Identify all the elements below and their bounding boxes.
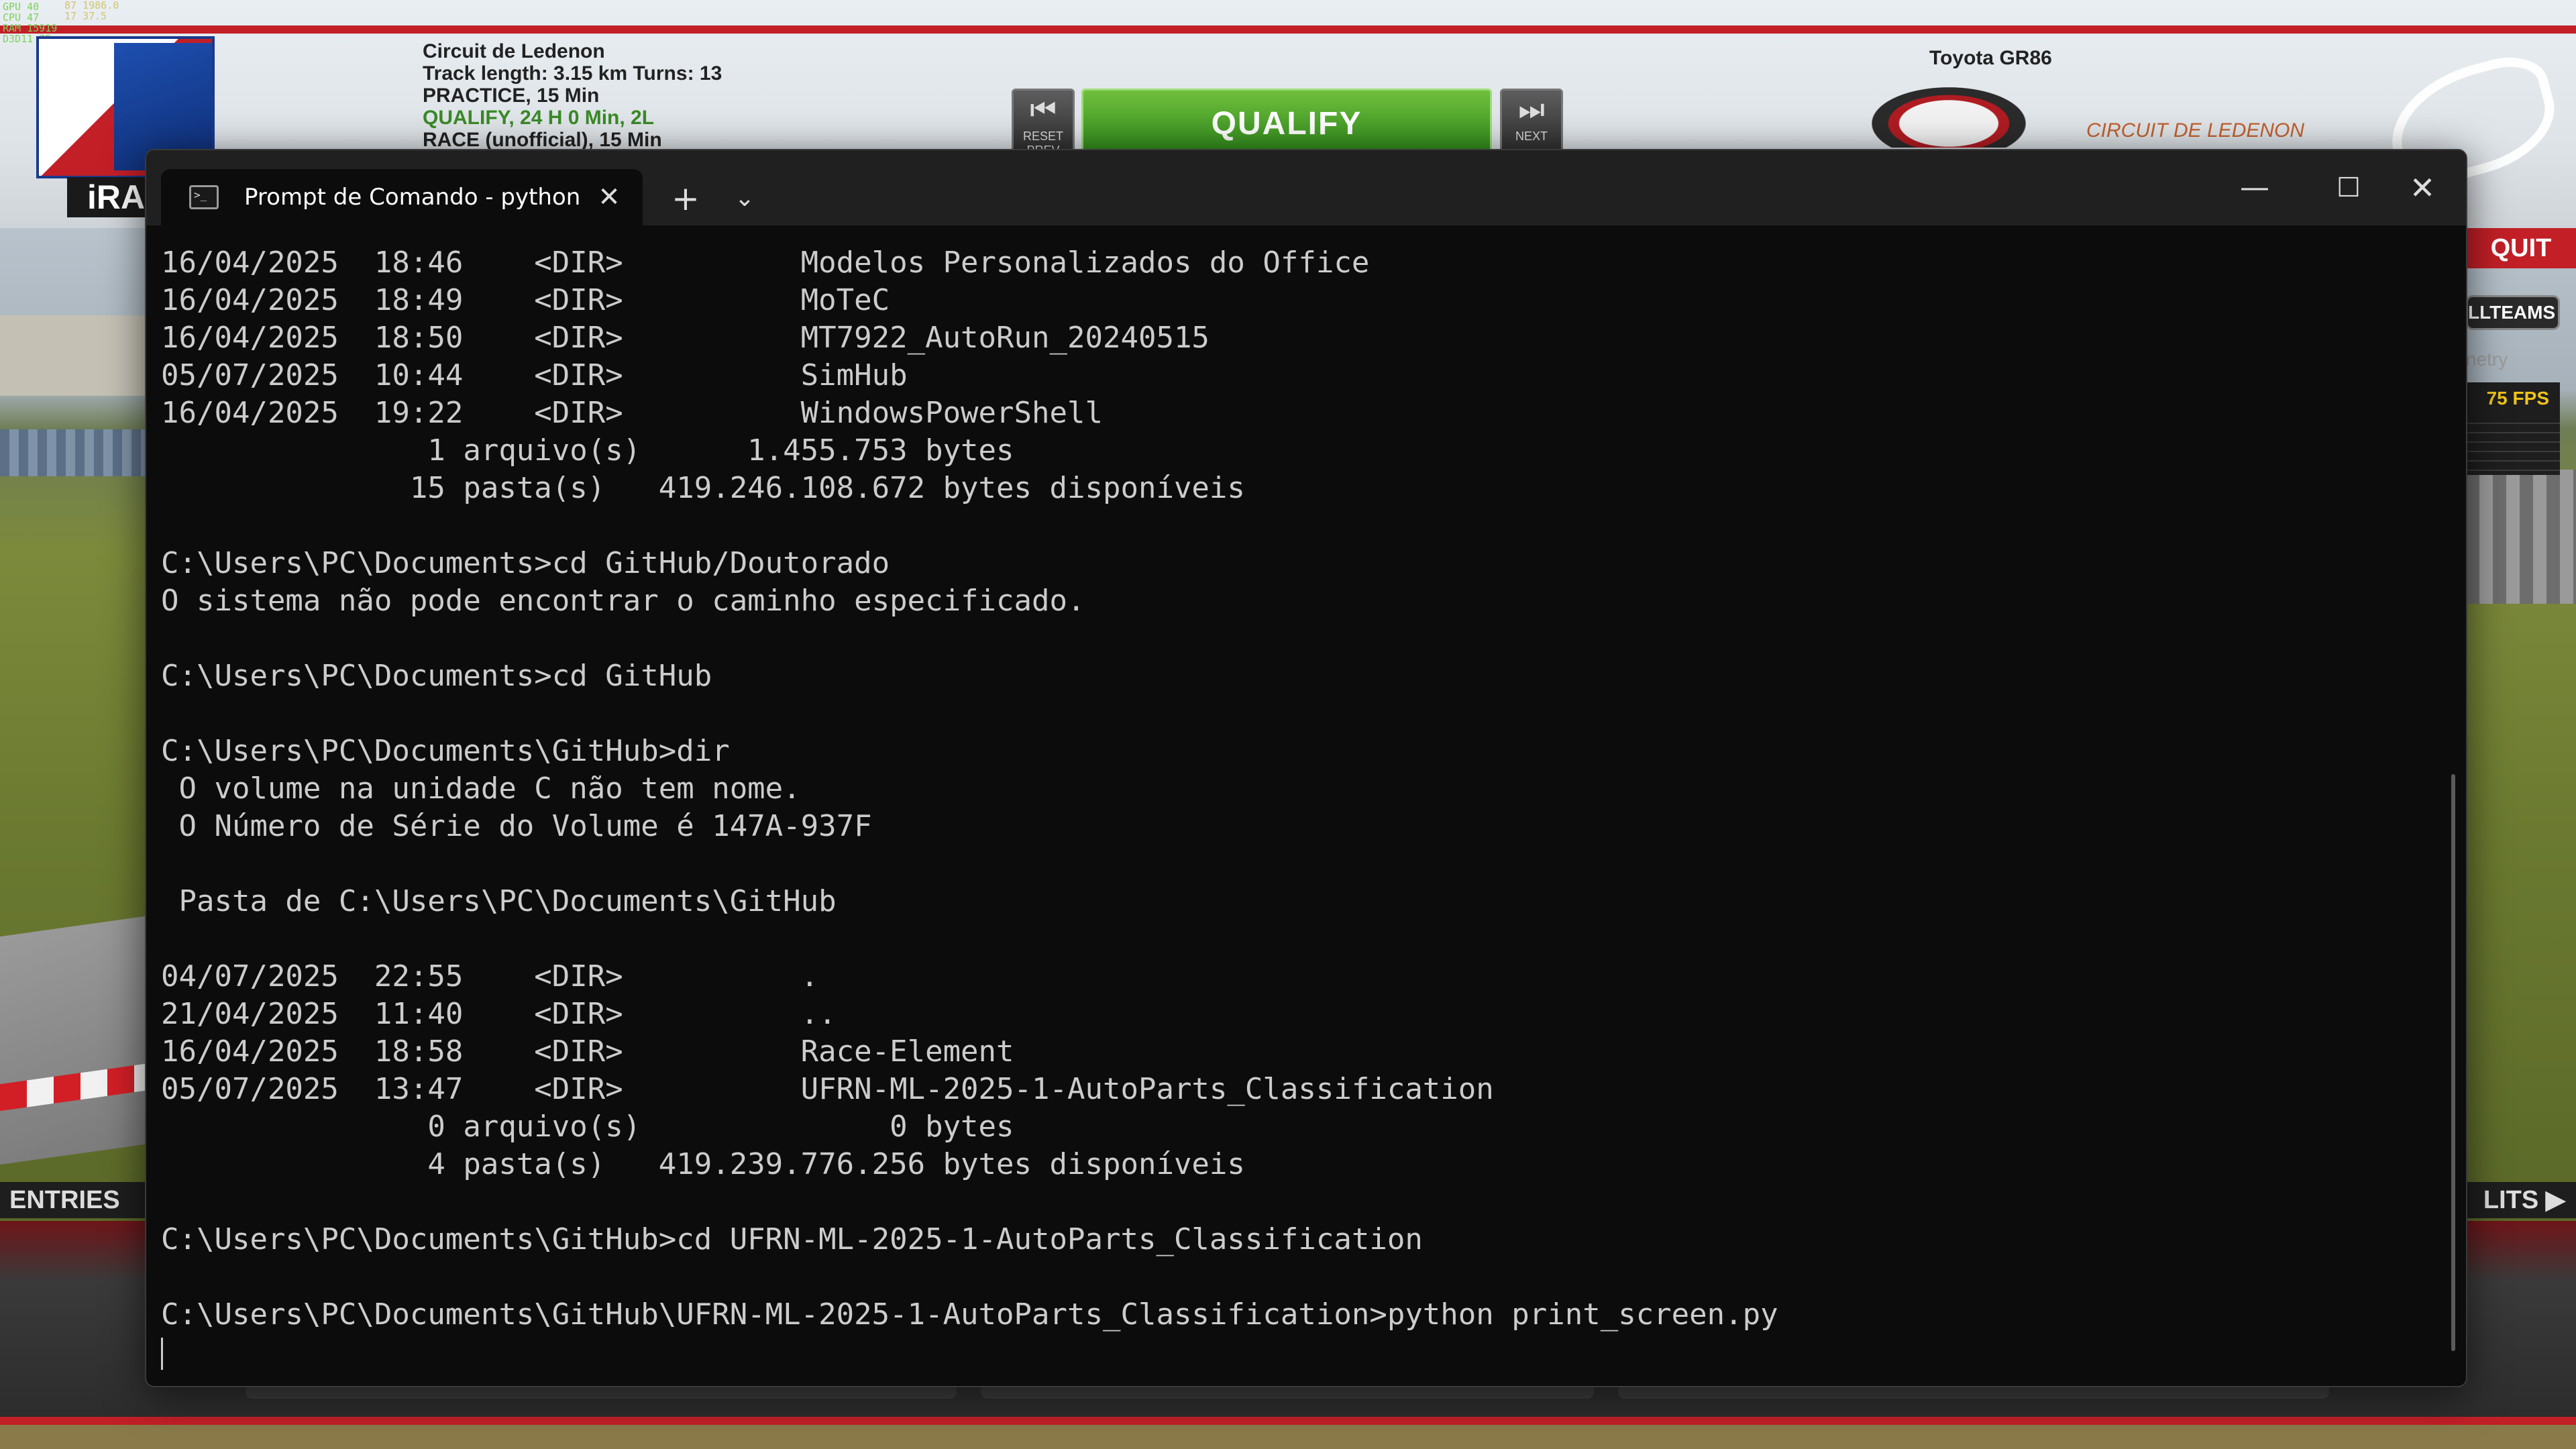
qualify-button[interactable]: QUALIFY: [1081, 89, 1492, 156]
track-details: Track length: 3.15 km Turns: 13: [423, 62, 722, 85]
next-button[interactable]: ⏭ NEXT: [1500, 89, 1563, 156]
console-line: 05/07/2025 10:44 <DIR> SimHub: [161, 358, 908, 392]
scenery-buildings: [0, 315, 154, 396]
scrollbar[interactable]: [2451, 774, 2455, 1351]
track-surface: [0, 914, 154, 1165]
new-tab-button[interactable]: +: [665, 178, 706, 219]
top-red-stripe: [0, 25, 2576, 34]
console-line: O sistema não pode encontrar o caminho e…: [161, 584, 1085, 618]
scenery-barrier: [2466, 470, 2576, 604]
entries-button[interactable]: ENTRIES: [0, 1182, 148, 1218]
console-line: O volume na unidade C não tem nome.: [161, 771, 801, 806]
bottom-strip: [0, 1425, 2576, 1449]
console-line: 1 arquivo(s) 1.455.753 bytes: [161, 433, 1014, 468]
fps-counter: 75 FPS: [2466, 382, 2560, 415]
console-line: C:\Users\PC\Documents>cd GitHub: [161, 659, 712, 693]
fps-graph: [2466, 415, 2560, 475]
track-name: Circuit de Ledenon: [423, 40, 605, 62]
console-line: 16/04/2025 18:46 <DIR> Modelos Personali…: [161, 246, 1370, 280]
hud-line: RAM 15919: [3, 22, 58, 34]
telemetry-toggle[interactable]: netry: [2466, 343, 2567, 376]
scenery-fence: [0, 429, 154, 476]
next-label: NEXT: [1515, 129, 1548, 143]
results-button[interactable]: LITS ▶: [2466, 1182, 2576, 1218]
skip-back-icon: ⏮: [1030, 93, 1057, 126]
hud-line: 17 37.5: [64, 10, 107, 22]
console-output[interactable]: 16/04/2025 18:46 <DIR> Modelos Personali…: [161, 244, 2428, 1371]
terminal-titlebar[interactable]: >_ Prompt de Comando - python ✕ + ⌄ — ☐ …: [146, 150, 2466, 225]
console-line: 4 pasta(s) 419.239.776.256 bytes disponí…: [161, 1147, 1245, 1181]
console-line: 21/04/2025 11:40 <DIR> ..: [161, 997, 837, 1031]
race-session: RACE (unofficial), 15 Min: [423, 129, 662, 151]
console-line: 15 pasta(s) 419.246.108.672 bytes dispon…: [161, 471, 1245, 505]
close-window-button[interactable]: ✕: [2379, 150, 2466, 225]
console-line: 16/04/2025 19:22 <DIR> WindowsPowerShell: [161, 396, 1103, 430]
terminal-window[interactable]: >_ Prompt de Comando - python ✕ + ⌄ — ☐ …: [145, 149, 2467, 1387]
car-name: Toyota GR86: [1929, 47, 2052, 69]
track-logo: CIRCUIT DE LEDENON: [2086, 119, 2305, 142]
console-line: 16/04/2025 18:58 <DIR> Race-Element: [161, 1034, 1014, 1069]
hud-line: 87 1986.0: [64, 0, 119, 11]
qualify-session: QUALIFY, 24 H 0 Min, 2L: [423, 107, 655, 129]
bottom-red-stripe: [0, 1417, 2576, 1425]
console-line: O Número de Série do Volume é 147A-937F: [161, 809, 872, 843]
all-teams-button[interactable]: LLTEAMS: [2466, 295, 2560, 330]
chevron-down-icon[interactable]: ⌄: [724, 178, 765, 219]
console-line: 04/07/2025 22:55 <DIR> .: [161, 959, 819, 994]
session-info: Circuit de Ledenon Track length: 3.15 km…: [423, 40, 738, 151]
close-tab-icon[interactable]: ✕: [596, 184, 623, 211]
terminal-icon: >_: [189, 185, 219, 209]
terminal-icon-glyph: >_: [194, 189, 207, 201]
console-line: 16/04/2025 18:50 <DIR> MT7922_AutoRun_20…: [161, 321, 1210, 355]
tab-title: Prompt de Comando - python: [244, 184, 580, 211]
tab-command-prompt[interactable]: >_ Prompt de Comando - python ✕: [161, 169, 643, 225]
car-image: [1872, 87, 2026, 148]
reset-prev-button[interactable]: ⏮ RESET PREV: [1012, 89, 1075, 157]
console-line: C:\Users\PC\Documents\GitHub>dir: [161, 734, 730, 768]
quit-button[interactable]: QUIT: [2466, 228, 2576, 268]
console-line: 16/04/2025 18:49 <DIR> MoTeC: [161, 283, 890, 317]
console-line: 05/07/2025 13:47 <DIR> UFRN-ML-2025-1-Au…: [161, 1072, 1494, 1106]
text-cursor: [161, 1338, 163, 1370]
console-line: C:\Users\PC\Documents\GitHub\UFRN-ML-202…: [161, 1297, 1778, 1332]
console-line: C:\Users\PC\Documents\GitHub>cd UFRN-ML-…: [161, 1222, 1423, 1256]
hud-line: GPU 40: [3, 1, 40, 13]
console-line: 0 arquivo(s) 0 bytes: [161, 1110, 1014, 1144]
minimize-button[interactable]: —: [2211, 150, 2298, 225]
practice-session: PRACTICE, 15 Min: [423, 85, 600, 107]
console-cursor-line: [161, 1334, 2428, 1371]
skip-forward-icon: ⏭: [1518, 93, 1545, 126]
hud-line: CPU 47: [3, 11, 40, 23]
console-line: Pasta de C:\Users\PC\Documents\GitHub: [161, 884, 837, 918]
console-line: C:\Users\PC\Documents>cd GitHub/Doutorad…: [161, 546, 890, 580]
